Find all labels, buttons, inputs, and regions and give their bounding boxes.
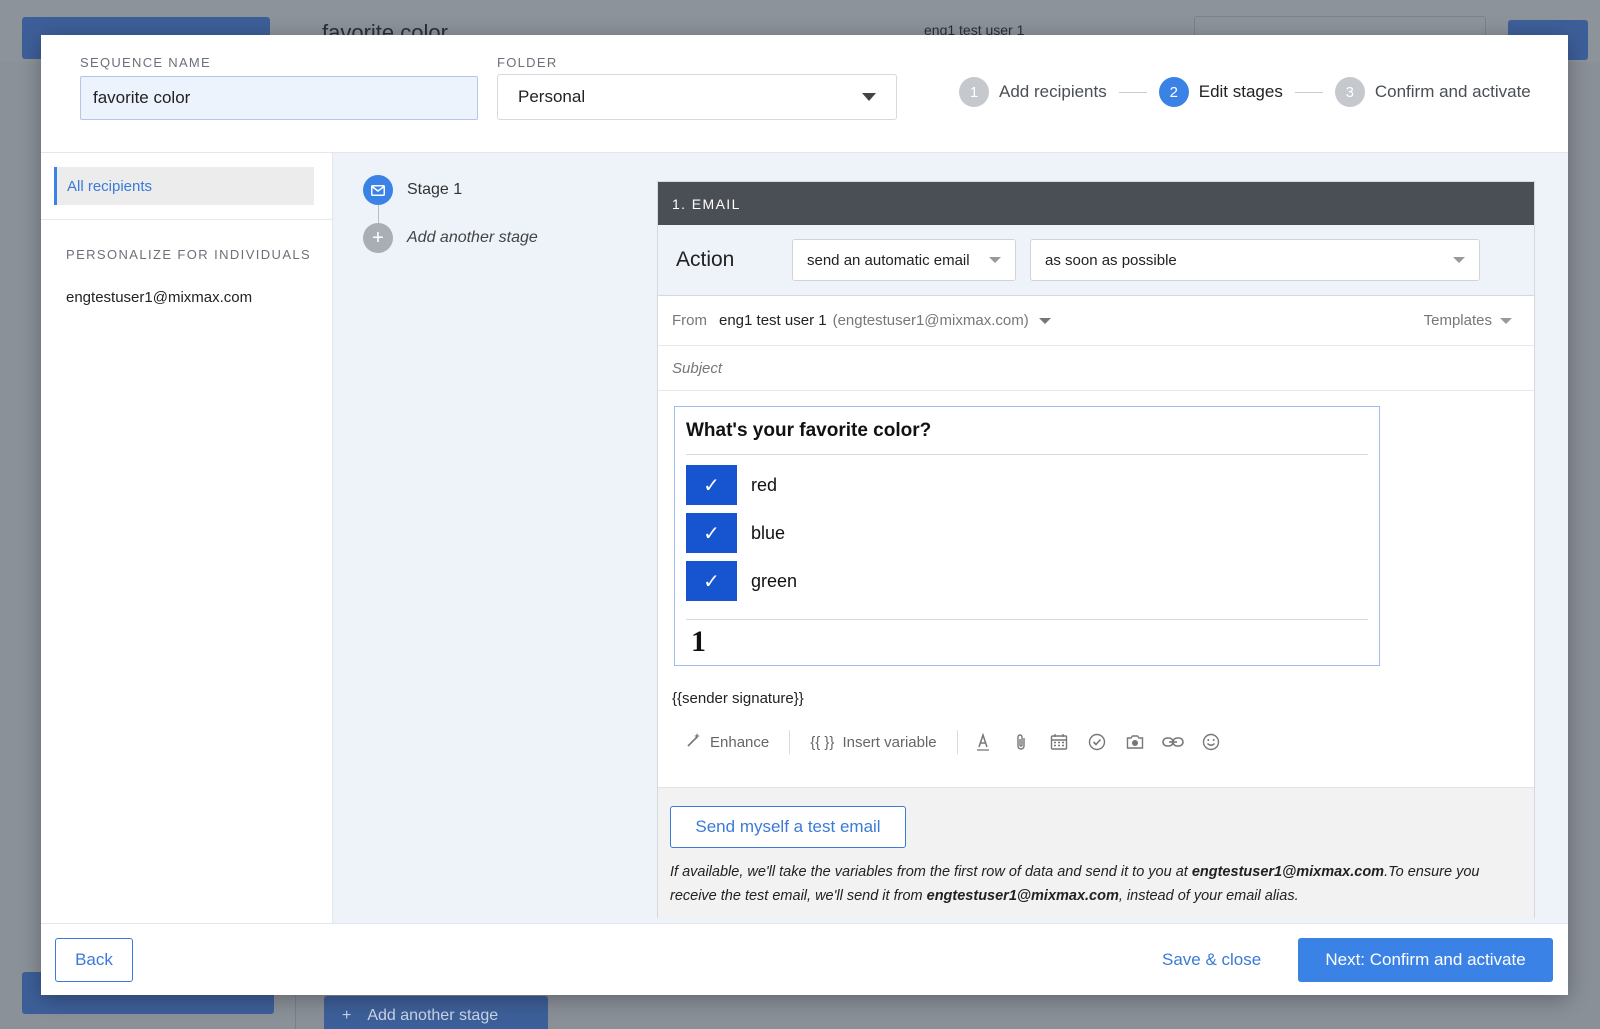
templates-menu[interactable]: Templates: [1424, 312, 1512, 329]
modal-header: SEQUENCE NAME favorite color FOLDER Pers…: [41, 35, 1568, 153]
camera-icon[interactable]: [1116, 734, 1154, 750]
stage-editor: Stage 1 + Add another stage 1. EMAIL Act…: [333, 153, 1568, 923]
magic-wand-icon: [686, 732, 702, 752]
enhance-button[interactable]: Enhance: [672, 732, 783, 752]
action-row: Action send an automatic email as soon a…: [658, 225, 1534, 296]
poll-block[interactable]: What's your favorite color? ✓ red ✓ blue…: [674, 406, 1380, 666]
send-test-email-button[interactable]: Send myself a test email: [670, 806, 906, 848]
stage-item-1[interactable]: Stage 1: [363, 175, 538, 205]
braces-icon: {{ }}: [810, 733, 835, 751]
enhance-label: Enhance: [710, 733, 770, 751]
folder-select[interactable]: Personal: [497, 74, 897, 120]
sidebar-item-recipient[interactable]: engtestuser1@mixmax.com: [66, 289, 252, 306]
wizard-steps: 1 Add recipients 2 Edit stages 3 Confirm…: [959, 77, 1531, 107]
email-stage-card: 1. EMAIL Action send an automatic email …: [657, 181, 1535, 918]
step-label: Add recipients: [999, 82, 1107, 101]
from-email[interactable]: (engtestuser1@mixmax.com): [833, 312, 1029, 329]
card-heading: 1. EMAIL: [658, 182, 1534, 225]
signature-variable[interactable]: {{sender signature}}: [672, 690, 804, 707]
step-label: Confirm and activate: [1374, 82, 1531, 101]
test-email-note: If available, we'll take the variables f…: [670, 860, 1510, 908]
check-circle-icon[interactable]: [1078, 733, 1116, 751]
test-email-area: Send myself a test email If available, w…: [658, 787, 1534, 918]
plus-icon: +: [342, 1007, 352, 1024]
test-note-email: engtestuser1@mixmax.com: [1191, 864, 1385, 880]
step-divider: [1294, 91, 1323, 93]
action-select[interactable]: send an automatic email: [792, 239, 1016, 281]
action-value: send an automatic email: [807, 251, 970, 269]
poll-option[interactable]: ✓ green: [686, 561, 797, 601]
subject-field[interactable]: Subject: [658, 346, 1534, 391]
sidebar-divider: [41, 219, 332, 220]
poll-option-label: red: [751, 474, 778, 495]
chevron-down-icon: [1453, 257, 1465, 263]
step-number: 3: [1334, 77, 1365, 107]
envelope-icon: [363, 175, 393, 205]
timing-value: as soon as possible: [1045, 251, 1177, 269]
checkmark-icon: ✓: [686, 513, 737, 553]
background-add-stage-button: + Add another stage: [324, 996, 548, 1029]
step-divider: [1118, 91, 1147, 93]
from-row: From eng1 test user 1 (engtestuser1@mixm…: [658, 296, 1534, 346]
save-close-button[interactable]: Save & close: [1162, 950, 1261, 970]
folder-value: Personal: [518, 87, 586, 106]
folder-label: FOLDER: [497, 55, 558, 70]
poll-option[interactable]: ✓ red: [686, 465, 777, 505]
test-note-text: If available, we'll take the variables f…: [670, 864, 1192, 880]
timing-select[interactable]: as soon as possible: [1030, 239, 1480, 281]
emoji-icon[interactable]: [1192, 733, 1230, 751]
templates-label: Templates: [1423, 312, 1492, 329]
back-button[interactable]: Back: [55, 938, 133, 982]
next-confirm-button[interactable]: Next: Confirm and activate: [1298, 938, 1553, 982]
add-stage-item[interactable]: + Add another stage: [363, 223, 538, 253]
poll-divider: [686, 619, 1368, 620]
poll-divider: [686, 454, 1368, 455]
from-name[interactable]: eng1 test user 1: [719, 312, 827, 329]
poll-option[interactable]: ✓ blue: [686, 513, 785, 553]
link-icon[interactable]: [1154, 736, 1192, 748]
step-edit-stages[interactable]: 2 Edit stages: [1158, 77, 1283, 107]
text-format-icon[interactable]: [964, 733, 1002, 751]
poll-question: What's your favorite color?: [686, 420, 932, 441]
recipients-sidebar: All recipients PERSONALIZE FOR INDIVIDUA…: [41, 153, 333, 923]
checkmark-icon: ✓: [686, 561, 737, 601]
test-note-email: engtestuser1@mixmax.com: [926, 888, 1119, 904]
insert-variable-label: Insert variable: [842, 733, 937, 751]
chevron-down-icon: [1500, 317, 1512, 324]
poll-option-label: blue: [751, 522, 786, 543]
chevron-down-icon[interactable]: [1038, 317, 1051, 324]
add-stage-label: Add another stage: [407, 229, 538, 246]
toolbar-separator: [956, 730, 958, 754]
stage-label: Stage 1: [407, 181, 463, 198]
chevron-down-icon: [862, 93, 876, 101]
test-note-text: , instead of your email alias.: [1118, 888, 1299, 904]
background-add-stage-label: Add another stage: [367, 1007, 499, 1024]
poll-count: 1: [691, 625, 706, 658]
action-label: Action: [676, 248, 735, 271]
modal-body: All recipients PERSONALIZE FOR INDIVIDUA…: [41, 153, 1568, 923]
from-label: From: [672, 312, 707, 329]
chevron-down-icon: [989, 257, 1001, 263]
step-number: 2: [1158, 77, 1189, 107]
modal-footer: Back Save & close Next: Confirm and acti…: [41, 923, 1568, 995]
editor-toolbar: Enhance {{ }} Insert variable: [672, 720, 1230, 764]
sequence-name-input[interactable]: favorite color: [80, 76, 478, 120]
step-label: Edit stages: [1198, 82, 1283, 101]
sequence-name-label: SEQUENCE NAME: [80, 55, 212, 70]
paperclip-icon[interactable]: [1002, 732, 1040, 752]
sequence-modal: SEQUENCE NAME favorite color FOLDER Pers…: [41, 35, 1568, 995]
sidebar-item-all-recipients[interactable]: All recipients: [54, 167, 314, 205]
checkmark-icon: ✓: [686, 465, 737, 505]
poll-option-label: green: [751, 570, 798, 591]
toolbar-separator: [789, 730, 791, 754]
step-confirm-activate[interactable]: 3 Confirm and activate: [1334, 77, 1531, 107]
personalize-section-title: PERSONALIZE FOR INDIVIDUALS: [66, 247, 312, 262]
stage-list: Stage 1 + Add another stage: [363, 175, 538, 253]
step-number: 1: [959, 77, 989, 107]
step-add-recipients[interactable]: 1 Add recipients: [959, 77, 1107, 107]
insert-variable-button[interactable]: {{ }} Insert variable: [796, 734, 950, 751]
stage-connector: [378, 205, 379, 223]
calendar-icon[interactable]: [1040, 733, 1078, 751]
plus-icon: +: [363, 223, 393, 253]
